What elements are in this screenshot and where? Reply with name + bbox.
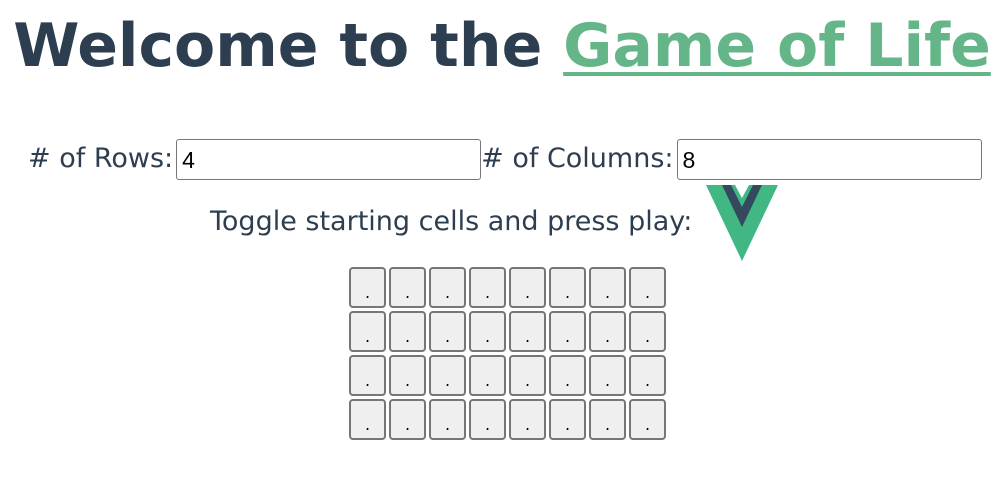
- grid-cell[interactable]: .: [349, 399, 386, 440]
- title-prefix: Welcome to the: [13, 11, 564, 81]
- grid-cell[interactable]: .: [349, 267, 386, 308]
- grid-cell[interactable]: .: [429, 311, 466, 352]
- grid-cell[interactable]: .: [629, 399, 666, 440]
- grid-cell[interactable]: .: [629, 311, 666, 352]
- columns-input[interactable]: [676, 138, 982, 180]
- grid-cell[interactable]: .: [349, 355, 386, 396]
- grid-cell[interactable]: .: [469, 311, 506, 352]
- rows-label: # of Rows:: [28, 143, 174, 174]
- grid-cell[interactable]: .: [509, 399, 546, 440]
- grid-cell[interactable]: .: [469, 267, 506, 308]
- page-title: Welcome to the Game of Life: [0, 8, 1004, 84]
- grid-cell[interactable]: .: [509, 355, 546, 396]
- rows-input[interactable]: [176, 138, 482, 180]
- grid-cell[interactable]: .: [589, 267, 626, 308]
- grid-cell[interactable]: .: [389, 355, 426, 396]
- grid-cell[interactable]: .: [629, 355, 666, 396]
- grid-cell[interactable]: .: [549, 355, 586, 396]
- grid-cell[interactable]: .: [549, 399, 586, 440]
- prompt-text: Toggle starting cells and press play:: [210, 206, 693, 237]
- grid-cell[interactable]: .: [389, 267, 426, 308]
- grid-cell[interactable]: .: [549, 311, 586, 352]
- vue-logo-icon[interactable]: [706, 185, 779, 261]
- grid-cell[interactable]: .: [589, 355, 626, 396]
- grid-cell[interactable]: .: [349, 311, 386, 352]
- grid-cell[interactable]: .: [429, 355, 466, 396]
- grid-cell[interactable]: .: [429, 267, 466, 308]
- grid-cell[interactable]: .: [389, 311, 426, 352]
- grid-cell[interactable]: .: [589, 399, 626, 440]
- game-of-life-link[interactable]: Game of Life: [563, 11, 991, 81]
- grid-size-controls: # of Rows: # of Columns:: [28, 138, 982, 180]
- grid-cell[interactable]: .: [469, 399, 506, 440]
- grid-cell[interactable]: .: [509, 311, 546, 352]
- grid-cell[interactable]: .: [629, 267, 666, 308]
- grid-cell[interactable]: .: [389, 399, 426, 440]
- grid-cell[interactable]: .: [469, 355, 506, 396]
- cell-grid: ................................: [349, 267, 666, 440]
- grid-cell[interactable]: .: [509, 267, 546, 308]
- columns-label: # of Columns:: [481, 143, 674, 174]
- grid-cell[interactable]: .: [549, 267, 586, 308]
- grid-cell[interactable]: .: [589, 311, 626, 352]
- grid-cell[interactable]: .: [429, 399, 466, 440]
- play-prompt: Toggle starting cells and press play:: [210, 185, 779, 261]
